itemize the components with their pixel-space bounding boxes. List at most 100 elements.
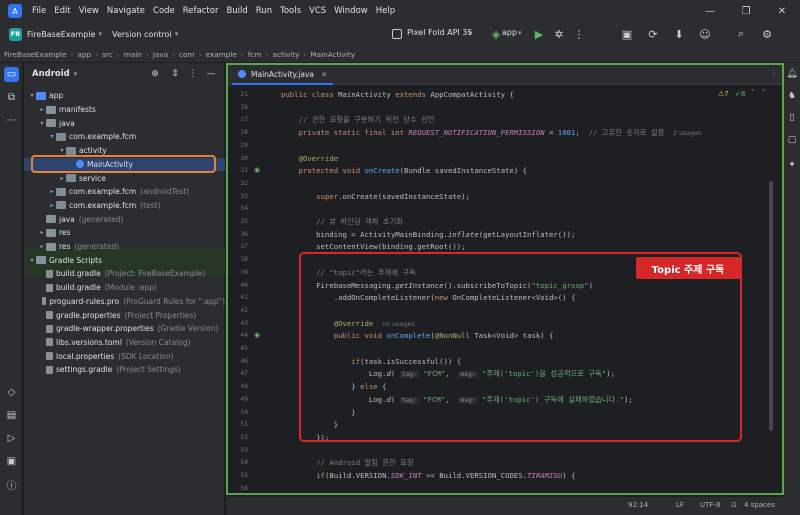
device-selector[interactable]: Pixel Fold API 35 bbox=[407, 28, 472, 37]
tree-item[interactable]: ▸ com.example.fcm (test) bbox=[24, 199, 225, 213]
resource-manager-icon[interactable]: ⧉ bbox=[4, 90, 19, 105]
app-logo[interactable]: A bbox=[8, 4, 22, 18]
breadcrumb-item[interactable]: main bbox=[124, 50, 142, 59]
gem-icon[interactable]: ◇ bbox=[4, 385, 19, 400]
minimize-icon[interactable]: — bbox=[692, 0, 728, 22]
menu-tools[interactable]: Tools bbox=[276, 6, 305, 16]
expand-arrow-icon[interactable]: ▸ bbox=[38, 106, 46, 113]
expand-arrow-icon[interactable]: ▾ bbox=[28, 92, 36, 99]
code-line[interactable]: // 권한 요청을 구분하기 위한 상수 선언 bbox=[281, 115, 435, 125]
version-control-selector[interactable]: Version control bbox=[112, 30, 172, 39]
tree-item[interactable]: ▸ com.example.fcm (androidTest) bbox=[24, 185, 225, 199]
menu-window[interactable]: Window bbox=[330, 6, 372, 16]
maximize-icon[interactable]: ❐ bbox=[728, 0, 764, 22]
terminal-icon[interactable]: ▣ bbox=[4, 454, 19, 469]
code-line[interactable]: private static final int REQUEST_NOTIFIC… bbox=[281, 128, 702, 138]
check-icon[interactable]: ✓8 bbox=[735, 90, 745, 98]
tree-item[interactable]: ▾ Gradle Scripts bbox=[24, 253, 225, 267]
breadcrumb-item[interactable]: MainActivity bbox=[310, 50, 355, 59]
code-line[interactable]: FirebaseMessaging.getInstance().subscrib… bbox=[281, 281, 593, 290]
tree-item[interactable]: build.gradle (Module :app) bbox=[24, 281, 225, 295]
locate-icon[interactable]: ⊕ bbox=[149, 68, 161, 80]
code-line[interactable]: } bbox=[281, 408, 355, 417]
code-line[interactable]: if(Build.VERSION.SDK_INT >= Build.VERSIO… bbox=[281, 471, 575, 480]
cursor-position[interactable]: 92:14 bbox=[628, 501, 648, 509]
expand-arrow-icon[interactable]: ▸ bbox=[38, 243, 46, 250]
tree-item[interactable]: ▾ app bbox=[24, 89, 225, 103]
tree-item[interactable]: MainActivity bbox=[24, 157, 225, 172]
problems-icon[interactable]: ⓘ bbox=[4, 477, 19, 492]
tree-item[interactable]: settings.gradle (Project Settings) bbox=[24, 363, 225, 377]
override-marker-icon[interactable]: ◉ bbox=[254, 331, 260, 339]
settings-icon[interactable]: ⚙ bbox=[760, 27, 774, 41]
device-manager-icon[interactable]: ▣ bbox=[620, 27, 634, 41]
run-config-selector[interactable]: app bbox=[502, 28, 517, 37]
run-tool-icon[interactable]: ▷ bbox=[4, 431, 19, 446]
breadcrumb-item[interactable]: example bbox=[206, 50, 237, 59]
hide-icon[interactable]: — bbox=[205, 68, 217, 80]
code-line[interactable]: }); bbox=[281, 433, 329, 442]
menu-refactor[interactable]: Refactor bbox=[179, 6, 223, 16]
tree-item[interactable]: ▾ activity bbox=[24, 144, 225, 158]
chevron-up-icon[interactable]: ˄ bbox=[751, 89, 755, 97]
emulator-icon[interactable]: ▢ bbox=[785, 133, 799, 147]
gradle-icon[interactable]: ♞ bbox=[785, 89, 799, 103]
expand-arrow-icon[interactable]: ▾ bbox=[48, 133, 56, 140]
tree-item[interactable]: ▸ service bbox=[24, 171, 225, 185]
code-line[interactable]: // Android 알림 권한 요청 bbox=[281, 458, 413, 468]
expand-arrow-icon[interactable]: ▾ bbox=[38, 120, 46, 127]
expand-arrow-icon[interactable]: ▸ bbox=[38, 229, 46, 236]
line-separator[interactable]: LF bbox=[676, 501, 684, 509]
code-line[interactable]: // 뷰 바인딩 객체 초기화 bbox=[281, 217, 403, 227]
profile-icon[interactable]: ☺ bbox=[698, 27, 712, 41]
sdk-manager-icon[interactable]: ⬇ bbox=[672, 27, 686, 41]
breadcrumb-item[interactable]: src bbox=[102, 50, 113, 59]
breadcrumb-item[interactable]: fcm bbox=[248, 50, 262, 59]
tree-item[interactable]: libs.versions.toml (Version Catalog) bbox=[24, 336, 225, 350]
expand-arrow-icon[interactable]: ▸ bbox=[48, 202, 56, 209]
breadcrumb-item[interactable]: FireBaseExample bbox=[4, 50, 66, 59]
warning-icon[interactable]: ⚠7 bbox=[718, 90, 729, 98]
chevron-down-icon[interactable]: ˅ bbox=[762, 89, 766, 97]
code-line[interactable]: binding = ActivityMainBinding.inflate(ge… bbox=[281, 230, 575, 239]
tree-item[interactable]: ▾ java bbox=[24, 116, 225, 130]
tree-item[interactable]: build.gradle (Project: FireBaseExample) bbox=[24, 267, 225, 281]
expand-arrow-icon[interactable]: ▾ bbox=[58, 147, 66, 154]
breadcrumb-item[interactable]: app bbox=[77, 50, 91, 59]
indent-setting[interactable]: 4 spaces bbox=[744, 501, 775, 509]
collapse-icon[interactable]: ⇕ bbox=[169, 68, 181, 80]
run-icon[interactable]: ▶ bbox=[532, 27, 546, 41]
code-line[interactable]: } bbox=[281, 420, 338, 429]
tree-item[interactable]: ▸ manifests bbox=[24, 103, 225, 117]
tree-item[interactable]: java (generated) bbox=[24, 212, 225, 226]
code-line[interactable]: .addOnCompleteListener(new OnCompleteLis… bbox=[281, 293, 576, 302]
menu-vcs[interactable]: VCS bbox=[305, 6, 330, 16]
editor-scrollbar[interactable] bbox=[769, 181, 773, 431]
project-selector[interactable]: FireBaseExample bbox=[27, 30, 95, 39]
options-icon[interactable]: ⋮ bbox=[187, 68, 199, 80]
code-line[interactable]: setContentView(binding.getRoot()); bbox=[281, 242, 465, 251]
tree-item[interactable]: ▾ com.example.fcm bbox=[24, 130, 225, 144]
more-icon[interactable]: ⋮ bbox=[572, 27, 586, 41]
expand-arrow-icon[interactable]: ▾ bbox=[28, 257, 36, 264]
code-line[interactable]: super.onCreate(savedInstanceState); bbox=[281, 192, 470, 201]
breadcrumb-item[interactable]: activity bbox=[272, 50, 299, 59]
menu-navigate[interactable]: Navigate bbox=[103, 6, 149, 16]
code-area[interactable]: 21 public class MainActivity extends AppC… bbox=[226, 63, 784, 495]
notifications-icon[interactable]: 🔔︎ bbox=[785, 67, 799, 81]
code-line[interactable]: Log.d( tag: "FCM", msg: "주제('topic')을 성공… bbox=[281, 369, 615, 379]
code-line[interactable]: Log.d( tag: "FCM", msg: "주제('topic') 구독에… bbox=[281, 395, 633, 405]
expand-arrow-icon[interactable]: ▸ bbox=[48, 188, 56, 195]
code-line[interactable]: // "topic"라는 주제에 구독 bbox=[281, 268, 416, 278]
file-encoding[interactable]: UTF-8 bbox=[700, 501, 720, 509]
menu-code[interactable]: Code bbox=[149, 6, 179, 16]
tree-item[interactable]: gradle.properties (Project Properties) bbox=[24, 308, 225, 322]
tree-item[interactable]: gradle-wrapper.properties (Gradle Version… bbox=[24, 322, 225, 336]
menu-edit[interactable]: Edit bbox=[50, 6, 74, 16]
search-icon[interactable]: ⌕ bbox=[734, 27, 748, 41]
menu-run[interactable]: Run bbox=[252, 6, 276, 16]
expand-arrow-icon[interactable]: ▸ bbox=[58, 175, 66, 182]
menu-help[interactable]: Help bbox=[372, 6, 399, 16]
code-line[interactable]: public void onComplete(@NonNull Task<Voi… bbox=[281, 331, 554, 340]
ai-icon[interactable]: ✦ bbox=[785, 158, 799, 172]
